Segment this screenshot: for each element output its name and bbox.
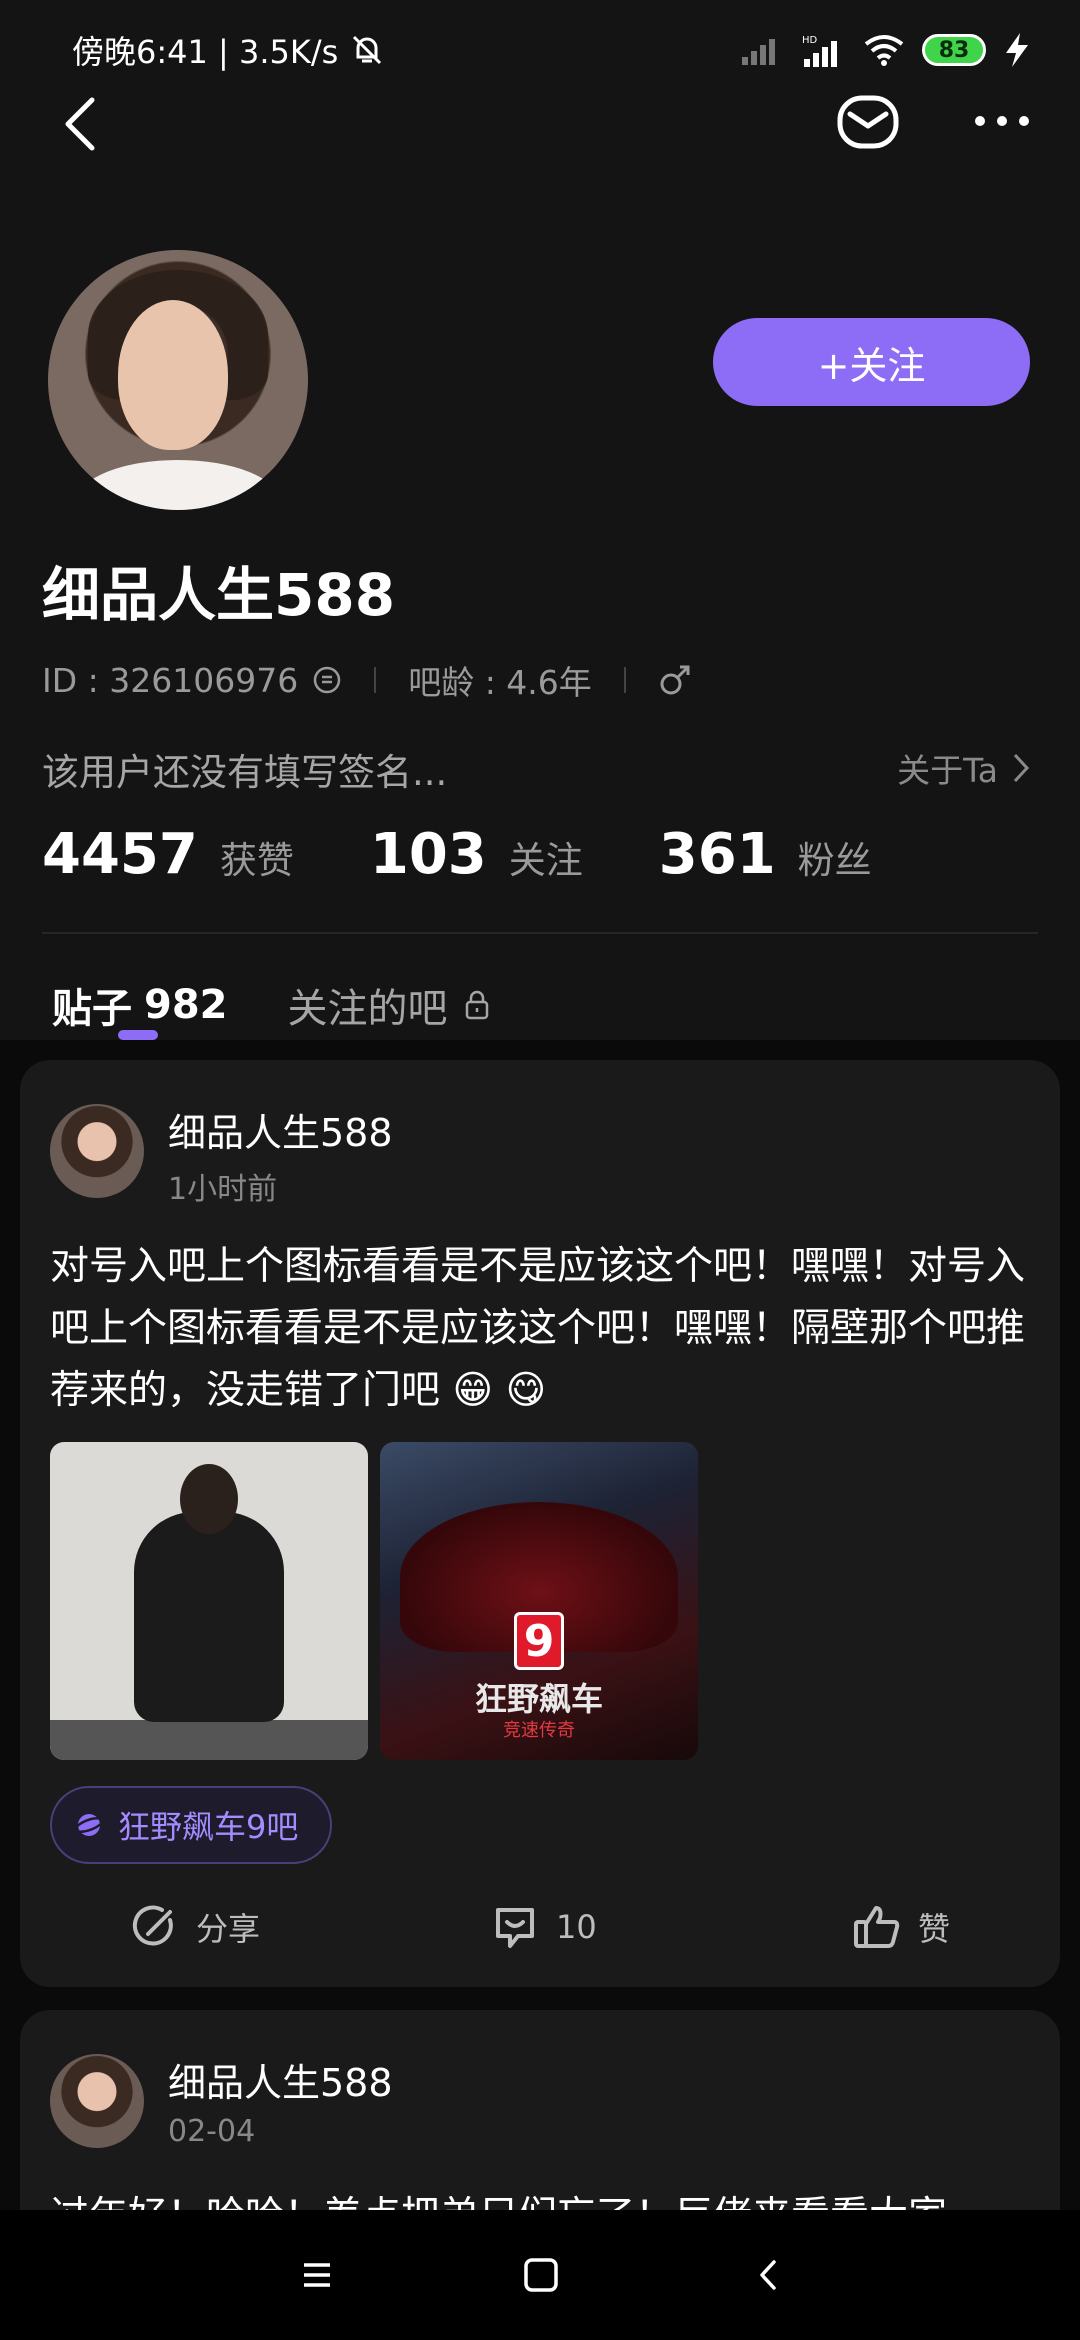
image-floor: [50, 1720, 368, 1760]
meta-divider: [623, 667, 626, 693]
signal-hd-icon: HD: [802, 35, 837, 67]
male-gender-icon: [660, 665, 690, 695]
post-card[interactable]: 细品人生588 1小时前 对号入吧上个图标看看是不是应该这个吧！嘿嘿！对号入吧上…: [20, 1060, 1060, 1987]
image-figure-head: [180, 1464, 238, 1534]
profile-stats: 4457 获赞 103 关注 361 粉丝: [42, 822, 948, 892]
post-card[interactable]: 细品人生588 02-04 过年好！哈哈！差点把弟兄们忘了！巨佬来看看大家: [20, 2010, 1060, 2210]
charging-icon: [1006, 33, 1028, 67]
system-nav-bar: [0, 2210, 1080, 2340]
status-left: 傍晚6:41 | 3.5K/s: [72, 27, 384, 73]
battery-indicator: 83: [922, 34, 986, 66]
stat-followers[interactable]: 361 粉丝: [659, 822, 872, 887]
stat-followers-value: 361: [658, 822, 776, 887]
thumbs-up-icon: [854, 1906, 900, 1948]
tab-posts[interactable]: 贴子 982: [52, 976, 228, 1034]
comment-icon: [496, 1908, 534, 1948]
copy-icon[interactable]: [312, 665, 342, 695]
signal-icon: [742, 39, 775, 65]
menu-icon[interactable]: [292, 2250, 342, 2300]
like-button[interactable]: 赞: [852, 1902, 950, 1952]
status-right: HD 83: [742, 33, 1030, 67]
about-ta-label: 关于Ta: [897, 751, 998, 790]
stat-likes-label: 获赞: [219, 839, 294, 882]
status-time: 傍晚6:41 | 3.5K/s: [72, 33, 339, 71]
post-text[interactable]: 过年好！哈哈！差点把弟兄们忘了！巨佬来看看大家: [50, 2186, 1040, 2210]
stat-following-value: 103: [369, 822, 487, 887]
section-divider: [42, 932, 1038, 934]
post-image-woman[interactable]: [50, 1442, 368, 1760]
mail-icon[interactable]: [836, 94, 900, 150]
meta-divider: [374, 667, 377, 693]
tab-followed-bars[interactable]: 关注的吧: [288, 976, 490, 1034]
post-time: 02-04: [168, 2114, 256, 2149]
status-bar: 傍晚6:41 | 3.5K/s HD 83: [0, 0, 1080, 100]
profile-tabs: 贴子 982 关注的吧: [52, 970, 490, 1040]
share-label: 分享: [196, 1910, 261, 1948]
profile-username: 细品人生588: [42, 561, 396, 629]
post-actions: 分享 10 赞: [20, 1890, 1060, 1964]
tab-active-indicator: [118, 1030, 158, 1040]
wifi-icon: [864, 35, 904, 66]
svg-text:HD: HD: [802, 35, 818, 46]
comment-button[interactable]: 10: [490, 1902, 597, 1952]
avatar-shirt: [78, 460, 278, 510]
stat-likes: 4457 获赞: [42, 822, 294, 887]
stat-likes-value: 4457: [42, 822, 198, 887]
profile-avatar[interactable]: [48, 250, 308, 510]
stat-followers-label: 粉丝: [797, 839, 872, 882]
share-icon: [132, 1905, 173, 1946]
like-label: 赞: [918, 1910, 951, 1948]
avatar-face: [118, 300, 228, 450]
user-id: ID : 326106976: [42, 660, 299, 700]
stat-following[interactable]: 103 关注: [370, 822, 583, 887]
post-author-avatar[interactable]: [50, 2054, 144, 2148]
tab-posts-count: 982: [144, 982, 228, 1028]
posts-feed[interactable]: 细品人生588 1小时前 对号入吧上个图标看看是不是应该这个吧！嘿嘿！对号入吧上…: [0, 1040, 1080, 2210]
game-subtitle: 竞速传奇: [503, 1720, 575, 1741]
lock-icon: [465, 990, 488, 1020]
forum-tag-label: 狂野飙车9吧: [118, 1808, 299, 1846]
post-author-avatar[interactable]: [50, 1104, 144, 1198]
top-nav: [0, 88, 1080, 158]
profile-signature: 该用户还没有填写签名...: [42, 751, 448, 794]
more-icon[interactable]: [972, 106, 1032, 136]
tab-followed-bars-label: 关注的吧: [287, 986, 448, 1032]
post-author-name[interactable]: 细品人生588: [168, 1102, 393, 1157]
post-time: 1小时前: [168, 1172, 278, 1207]
comment-count: 10: [556, 1908, 597, 1946]
bar-age: 吧龄 : 4.6年: [408, 663, 592, 702]
stat-following-label: 关注: [508, 839, 583, 882]
about-ta-link[interactable]: 关于Ta: [897, 744, 1030, 792]
post-text[interactable]: 对号入吧上个图标看看是不是应该这个吧！嘿嘿！对号入吧上个图标看看是不是应该这个吧…: [50, 1236, 1040, 1422]
share-button[interactable]: 分享: [130, 1902, 260, 1952]
image-figure-body: [134, 1512, 284, 1722]
planet-icon: [74, 1814, 104, 1836]
game-title: 狂野飙车: [474, 1680, 603, 1718]
post-images: 9 狂野飙车 竞速传奇: [50, 1442, 698, 1760]
system-back-icon[interactable]: [744, 2250, 794, 2300]
mute-bell-icon: [353, 35, 382, 65]
post-author-name[interactable]: 细品人生588: [168, 2052, 393, 2107]
home-icon[interactable]: [516, 2250, 566, 2300]
game-badge: 9: [514, 1612, 564, 1670]
profile-meta-row: ID : 326106976 吧龄 : 4.6年: [42, 660, 692, 702]
follow-button[interactable]: +关注: [713, 318, 1030, 406]
forum-tag[interactable]: 狂野飙车9吧: [50, 1786, 333, 1864]
tab-posts-label: 贴子: [52, 986, 132, 1032]
chevron-right-icon: [1013, 753, 1030, 783]
back-icon[interactable]: [58, 94, 102, 154]
post-image-game-poster[interactable]: 9 狂野飙车 竞速传奇: [380, 1442, 698, 1760]
